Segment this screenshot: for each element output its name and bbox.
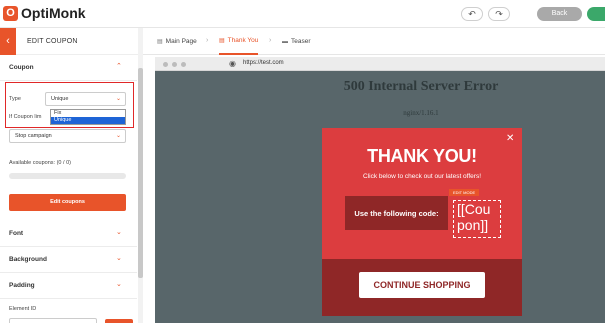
font-section[interactable]: Font ⌄	[0, 221, 137, 247]
sidebar-scroll-thumb[interactable]	[138, 68, 143, 278]
available-coupons-bar	[9, 173, 126, 179]
top-bar: O OptiMonk ↶ ↷ Back	[0, 0, 605, 28]
close-icon[interactable]: ✕	[506, 133, 514, 144]
thank-you-popup: ✕ THANK YOU! Click below to check out ou…	[322, 128, 522, 316]
element-id-button[interactable]	[105, 319, 133, 323]
sidebar-scrollbar[interactable]	[138, 28, 143, 323]
chevron-right-icon: ›	[206, 37, 209, 44]
logo[interactable]: O OptiMonk	[3, 5, 86, 21]
element-id-label: Element ID	[9, 306, 37, 312]
error-title: 500 Internal Server Error	[343, 79, 499, 94]
error-subtitle: nginx/1.16.1	[403, 109, 439, 117]
redo-icon[interactable]: ↷	[488, 7, 510, 21]
tab-teaser[interactable]: ▬ Teaser	[282, 28, 311, 55]
undo-icon[interactable]: ↶	[461, 7, 483, 21]
teaser-icon: ▬	[282, 38, 288, 45]
chevron-down-icon: ⌄	[116, 229, 122, 236]
sidebar: ‹ EDIT COUPON Coupon ⌃ Type Unique ⌄ If …	[0, 28, 143, 323]
popup-title[interactable]: THANK YOU!	[322, 146, 522, 167]
page-icon: ▤	[219, 38, 225, 44]
logo-letter: O	[6, 6, 15, 19]
coupon-section-label: Coupon	[9, 64, 34, 71]
tab-main-page-label: Main Page	[165, 38, 197, 45]
next-button[interactable]	[587, 7, 605, 21]
window-dot	[163, 62, 168, 67]
chevron-down-icon: ⌄	[116, 281, 122, 288]
coupon-limit-select[interactable]: Stop campaign ⌄	[9, 129, 126, 143]
back-button[interactable]: Back	[537, 7, 582, 21]
url-bar: ◉ https://test.com	[155, 57, 605, 71]
window-dot	[181, 62, 186, 67]
tab-thank-you[interactable]: ▤ Thank You	[219, 28, 259, 55]
sidebar-header: ‹ EDIT COUPON	[0, 28, 142, 55]
tab-teaser-label: Teaser	[291, 38, 311, 45]
highlight-box	[5, 82, 134, 128]
chevron-left-icon[interactable]: ‹	[0, 28, 16, 55]
eye-icon[interactable]: ◉	[229, 59, 236, 68]
coupon-line-2: pon]]	[457, 217, 489, 233]
chevron-down-icon: ⌄	[115, 133, 121, 139]
tab-thank-you-label: Thank You	[227, 37, 259, 44]
coupon-placeholder[interactable]: [[Cou pon]]	[453, 200, 501, 238]
sidebar-title: EDIT COUPON	[27, 37, 78, 45]
chevron-right-icon: ›	[269, 37, 272, 44]
background-section-label: Background	[9, 256, 47, 263]
url-text: https://test.com	[243, 60, 284, 66]
chevron-up-icon: ⌃	[116, 63, 122, 70]
padding-section-label: Padding	[9, 282, 35, 289]
coupon-limit-value: Stop campaign	[15, 133, 52, 139]
window-dot	[172, 62, 177, 67]
font-section-label: Font	[9, 230, 24, 237]
padding-section[interactable]: Padding ⌄	[0, 273, 137, 299]
coupon-section[interactable]: Coupon ⌃	[0, 55, 137, 81]
code-label: Use the following code:	[354, 209, 439, 218]
popup-subtitle[interactable]: Click below to check out our latest offe…	[322, 173, 522, 180]
edit-mode-badge: EDIT MODE	[449, 189, 480, 196]
background-section[interactable]: Background ⌄	[0, 247, 137, 273]
code-label-box[interactable]: Use the following code:	[345, 196, 448, 230]
logo-icon: O	[3, 5, 18, 21]
tab-main-page[interactable]: ▤ Main Page	[157, 28, 197, 55]
available-coupons-label: Available coupons: (0 / 0)	[9, 160, 71, 166]
edit-coupons-button[interactable]: Edit coupons	[9, 194, 126, 211]
page-tabs: ▤ Main Page › ▤ Thank You › ▬ Teaser	[143, 28, 605, 55]
element-id-input[interactable]	[9, 318, 97, 323]
logo-text: OptiMonk	[21, 5, 86, 21]
coupon-line-1: [[Cou	[457, 201, 491, 217]
chevron-down-icon: ⌄	[116, 255, 122, 262]
continue-shopping-button[interactable]: CONTINUE SHOPPING	[359, 272, 485, 298]
page-icon: ▤	[157, 39, 163, 45]
